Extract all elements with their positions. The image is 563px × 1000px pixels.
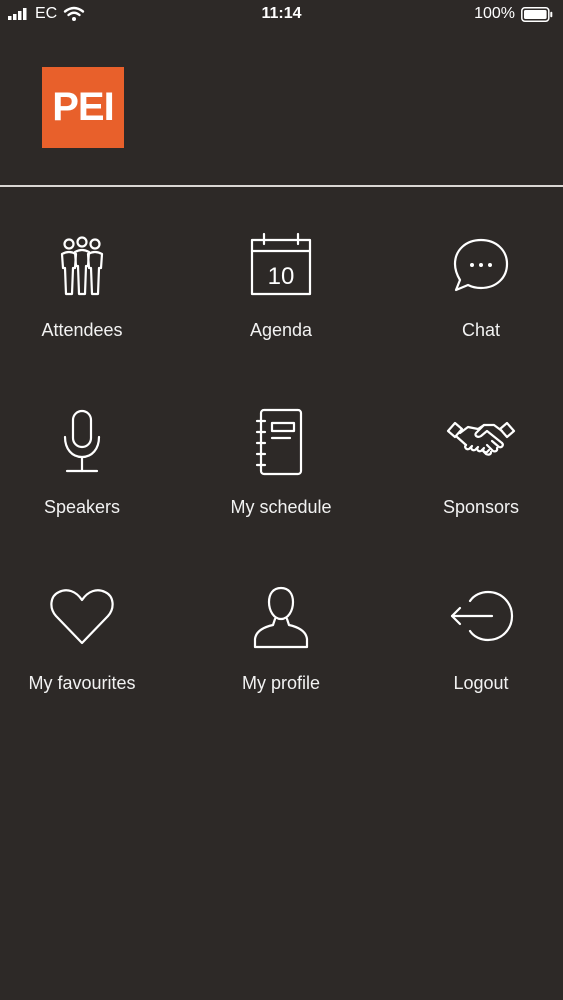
menu-item-attendees[interactable]: Attendees <box>0 230 172 370</box>
handshake-icon <box>446 421 516 456</box>
logo-text: PEI <box>52 85 114 129</box>
menu-item-agenda[interactable]: 10 Agenda <box>191 230 371 370</box>
heart-icon <box>50 589 114 645</box>
header-divider <box>0 185 563 187</box>
calendar-day: 10 <box>268 263 295 290</box>
menu-item-label: My schedule <box>230 497 332 517</box>
menu-item-label: Chat <box>461 320 501 340</box>
notebook-icon <box>255 408 303 476</box>
menu-item-speakers[interactable]: Speakers <box>0 407 172 547</box>
calendar-icon: 10 <box>250 232 312 296</box>
chat-bubble-icon <box>453 238 509 292</box>
microphone-icon <box>63 409 101 473</box>
menu-item-label: Sponsors <box>442 497 520 517</box>
menu-item-my-profile[interactable]: My profile <box>191 583 371 723</box>
battery-icon <box>521 6 553 22</box>
menu-item-label: My profile <box>241 673 321 693</box>
user-icon <box>253 586 309 649</box>
menu-item-logout[interactable]: Logout <box>391 583 563 723</box>
pei-logo: PEI <box>42 67 124 148</box>
menu-item-label: Agenda <box>249 320 313 340</box>
menu-item-my-favourites[interactable]: My favourites <box>0 583 172 723</box>
menu-item-chat[interactable]: Chat <box>391 230 563 370</box>
menu-item-sponsors[interactable]: Sponsors <box>391 407 563 547</box>
status-right: 100% <box>474 5 553 23</box>
menu-item-label: Attendees <box>41 320 123 340</box>
menu-item-label: My favourites <box>28 673 136 693</box>
menu-item-label: Speakers <box>43 497 121 517</box>
battery-percent: 100% <box>474 5 515 22</box>
menu-item-label: Logout <box>453 673 509 693</box>
logout-icon <box>450 590 514 642</box>
attendees-icon <box>60 236 104 296</box>
menu-item-my-schedule[interactable]: My schedule <box>191 407 371 547</box>
status-bar: EC 11:14 100% <box>0 0 563 30</box>
